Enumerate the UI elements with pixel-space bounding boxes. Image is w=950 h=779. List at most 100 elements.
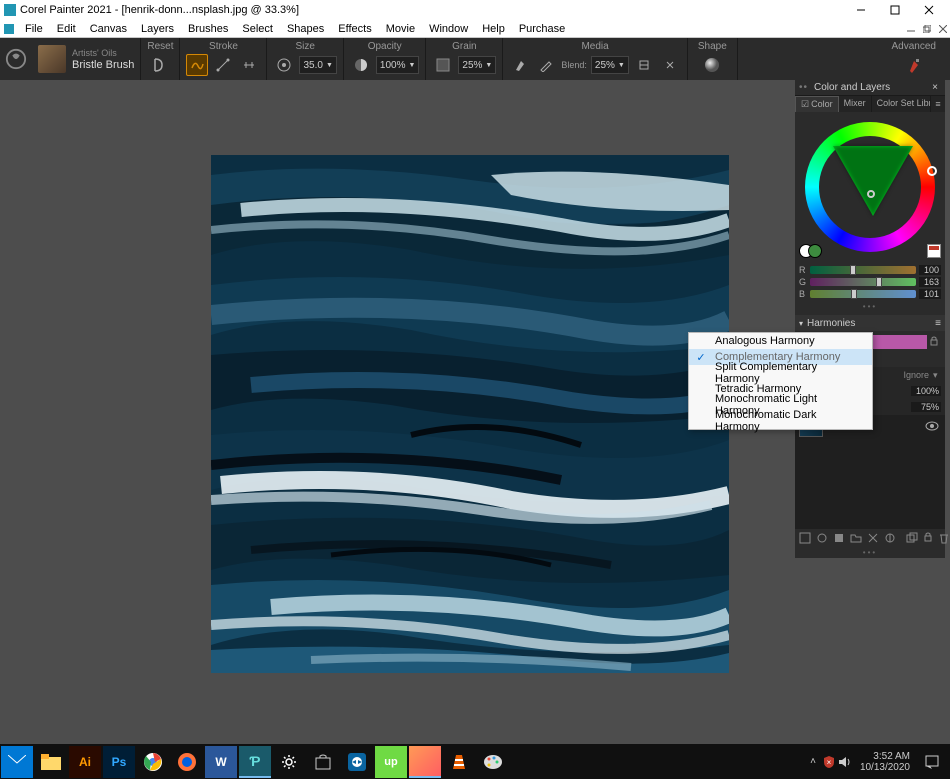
- hue-ring[interactable]: [805, 122, 935, 252]
- menu-edit[interactable]: Edit: [50, 23, 83, 35]
- stroke-line-button[interactable]: [212, 54, 234, 76]
- b-slider[interactable]: [810, 290, 916, 298]
- menu-brushes[interactable]: Brushes: [181, 23, 235, 35]
- layer-adj-icon[interactable]: [884, 532, 896, 544]
- taskbar-explorer-icon[interactable]: [35, 746, 67, 778]
- minimize-button[interactable]: [844, 0, 878, 20]
- layer-clip-icon[interactable]: [867, 532, 879, 544]
- panel-separator-bottom[interactable]: •••: [795, 547, 945, 558]
- secondary-swatch-icon[interactable]: [927, 244, 941, 258]
- taskbar-chrome-icon[interactable]: [137, 746, 169, 778]
- size-circle-button[interactable]: [273, 54, 295, 76]
- ctx-mono-dark[interactable]: Monochromatic Dark Harmony: [689, 413, 872, 429]
- sv-handle[interactable]: [867, 190, 875, 198]
- harmonies-menu-icon[interactable]: ≡: [935, 318, 941, 329]
- shape-sphere-button[interactable]: [701, 54, 723, 76]
- lock-icon[interactable]: [929, 336, 941, 348]
- layer-mask-icon[interactable]: [833, 532, 845, 544]
- close-button[interactable]: [912, 0, 946, 20]
- grain-icon[interactable]: [432, 54, 454, 76]
- taskbar-illustrator-icon[interactable]: Ai: [69, 746, 101, 778]
- taskbar-firefox-icon[interactable]: [171, 746, 203, 778]
- taskbar-teamviewer-icon[interactable]: [341, 746, 373, 778]
- grain-input[interactable]: 25%▼: [458, 56, 496, 74]
- taskbar-vlc-icon[interactable]: [443, 746, 475, 778]
- brush-category: Artists' Oils: [72, 47, 134, 59]
- menu-effects[interactable]: Effects: [331, 23, 378, 35]
- stroke-freehand-button[interactable]: [186, 54, 208, 76]
- tray-shield-icon[interactable]: ×: [822, 755, 836, 769]
- layer-group-icon[interactable]: [850, 532, 862, 544]
- rgb-sliders: R 100 G 163 B 101 •••: [795, 262, 945, 315]
- r-value[interactable]: 100: [919, 265, 941, 275]
- taskbar-app-icon[interactable]: [409, 746, 441, 778]
- layer-dup-icon[interactable]: [906, 532, 918, 544]
- menu-canvas[interactable]: Canvas: [83, 23, 134, 35]
- stroke-align-button[interactable]: [238, 54, 260, 76]
- visibility-eye-icon[interactable]: [925, 421, 939, 431]
- g-value[interactable]: 163: [919, 277, 941, 287]
- panel-separator[interactable]: •••: [799, 300, 941, 313]
- size-input[interactable]: 35.0▼: [299, 56, 336, 74]
- tray-volume-icon[interactable]: [838, 756, 852, 768]
- brush-selector[interactable]: Artists' Oils Bristle Brush: [32, 38, 141, 80]
- menu-file[interactable]: File: [18, 23, 50, 35]
- harmonies-header[interactable]: ▾ Harmonies ≡: [795, 315, 945, 331]
- blend-input[interactable]: 25%▼: [591, 56, 629, 74]
- tab-menu-icon[interactable]: ≡: [931, 96, 945, 112]
- opacity-input[interactable]: 100%▼: [376, 56, 420, 74]
- menu-shapes[interactable]: Shapes: [280, 23, 331, 35]
- taskbar-painter-icon[interactable]: Ƥ: [239, 746, 271, 778]
- ctx-analogous[interactable]: Analogous Harmony: [689, 333, 872, 349]
- panel-grip-icon[interactable]: ••: [799, 82, 808, 93]
- taskbar-settings-icon[interactable]: [273, 746, 305, 778]
- g-slider[interactable]: [810, 278, 916, 286]
- color-swatches[interactable]: [799, 244, 822, 258]
- canvas[interactable]: [211, 155, 729, 673]
- opacity-icon[interactable]: [350, 54, 372, 76]
- size-group: Size 35.0▼: [267, 38, 343, 80]
- panel-titlebar[interactable]: •• Color and Layers ×: [795, 80, 945, 96]
- taskbar-photoshop-icon[interactable]: Ps: [103, 746, 135, 778]
- menu-help[interactable]: Help: [475, 23, 512, 35]
- notification-center-icon[interactable]: [918, 747, 946, 777]
- wetness-button[interactable]: [633, 54, 655, 76]
- layer-lock-icon[interactable]: [923, 532, 933, 544]
- taskbar-word-icon[interactable]: W: [205, 746, 237, 778]
- menu-movie[interactable]: Movie: [379, 23, 422, 35]
- r-slider[interactable]: [810, 266, 916, 274]
- new-layer-icon[interactable]: [799, 532, 811, 544]
- hue-handle[interactable]: [927, 166, 937, 176]
- maximize-button[interactable]: [878, 0, 912, 20]
- taskbar-mail-icon[interactable]: [1, 746, 33, 778]
- tab-mixer[interactable]: Mixer: [839, 96, 872, 112]
- doc-minimize-button[interactable]: [904, 23, 918, 35]
- menu-layers[interactable]: Layers: [134, 23, 181, 35]
- taskbar-upwork-icon[interactable]: up: [375, 746, 407, 778]
- advanced-brush-button[interactable]: [903, 54, 925, 76]
- tab-color-set[interactable]: Color Set Libraries: [872, 96, 931, 112]
- layer-fx-icon[interactable]: [816, 532, 828, 544]
- layer-delete-icon[interactable]: [938, 532, 950, 544]
- palette-knife-button[interactable]: [535, 54, 557, 76]
- color-wheel-area[interactable]: [795, 112, 945, 262]
- reset-button[interactable]: [149, 54, 171, 76]
- menu-purchase[interactable]: Purchase: [512, 23, 572, 35]
- b-value[interactable]: 101: [919, 289, 941, 299]
- doc-restore-button[interactable]: [920, 23, 934, 35]
- menu-select[interactable]: Select: [235, 23, 280, 35]
- taskbar-paint-icon[interactable]: [477, 746, 509, 778]
- doc-close-button[interactable]: [936, 23, 950, 35]
- harmony-swatch-2[interactable]: [872, 335, 927, 349]
- brush-tip-button[interactable]: [509, 54, 531, 76]
- tab-color[interactable]: ☑Color: [795, 96, 839, 112]
- dry-button[interactable]: [659, 54, 681, 76]
- taskbar-clock[interactable]: 3:52 AM 10/13/2020: [854, 751, 916, 773]
- panel-close-icon[interactable]: ×: [929, 82, 941, 93]
- app-menu-icon[interactable]: [2, 22, 16, 36]
- taskbar-store-icon[interactable]: [307, 746, 339, 778]
- menu-window[interactable]: Window: [422, 23, 475, 35]
- painter-logo-button[interactable]: [0, 38, 32, 80]
- tray-chevron-icon[interactable]: ˄: [806, 756, 820, 767]
- ctx-split-complementary[interactable]: Split Complementary Harmony: [689, 365, 872, 381]
